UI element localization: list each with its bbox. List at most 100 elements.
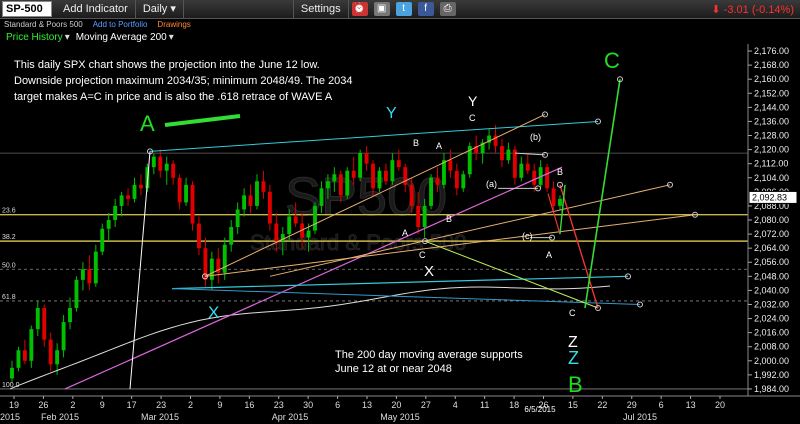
y-tick-label: 2,160.00 [754,74,789,84]
y-tick-label: 2,040.00 [754,285,789,295]
x-month-label: 2015 [0,412,20,422]
candle-body [61,322,66,351]
analysis-note-line: This daily SPX chart shows the projectio… [14,59,320,71]
candle-body [35,308,40,330]
candle-body [29,329,34,361]
candle-body [113,205,118,220]
x-tick-label: 19 [9,400,19,410]
candle-body [22,350,27,361]
candle-body [132,184,137,199]
candle-body [93,251,98,284]
candle-body [42,308,47,340]
x-tick-label: 11 [480,400,489,410]
candle-body [332,174,337,182]
x-tick-label: 20 [715,400,725,410]
projection-c-line [584,79,621,309]
ma-note-line: June 12 at or near 2048 [335,363,452,375]
label-big-a: A [140,111,155,136]
x-tick-label: 15 [568,400,578,410]
candle-body [429,177,433,206]
analysis-note-line: Downside projection maximum 2034/35; min… [14,75,353,87]
y-tick-label: 1,984.00 [754,384,789,394]
y-tick-label: 2,016.00 [754,328,789,338]
y-tick-label: 2,080.00 [754,215,789,225]
candle-body [325,181,330,189]
x-tick-label: 13 [362,400,372,410]
candle-body [461,174,466,189]
candle-body [106,220,111,229]
x-tick-label: 23 [156,400,166,410]
label-wave-small: C [569,308,576,318]
x-tick-label: 9 [100,400,105,410]
x-tick-label: 20 [391,400,401,410]
candle-body [422,205,427,228]
candle-body [545,167,550,189]
candle-body [242,195,247,210]
candle-body [519,163,524,178]
label-y-cyan: Y [386,105,397,122]
label-wave-small: A [402,228,408,238]
label-wave-small: (c) [522,231,533,241]
candle-body [558,198,562,206]
x-tick-label: 16 [244,400,254,410]
candle-body [442,160,446,185]
candle-body [358,153,363,178]
x-tick-label: 18 [509,400,519,410]
candle-body [164,163,169,171]
x-tick-label: 6 [335,400,340,410]
y-tick-label: 2,168.00 [754,60,789,70]
candle-body [396,160,401,168]
x-month-label: Apr 2015 [272,412,309,422]
candle-body [119,195,124,206]
candle-body [151,156,156,168]
candle-body [377,170,382,189]
y-tick-label: 2,104.00 [754,173,789,183]
x-tick-label: 6 [659,400,664,410]
y-tick-label: 2,072.00 [754,229,789,239]
candle-body [274,223,279,242]
label-wave-small: A [436,141,442,151]
candle-body [235,209,240,228]
label-z-cyan: Z [568,348,579,368]
x-month-label: May 2015 [380,412,420,422]
candle-body [345,170,350,196]
candle-body [267,191,272,224]
candle-body [313,205,317,231]
label-wave-small: (a) [486,179,497,189]
price-chart[interactable]: SP500 Standard & Poors 500 23.638.250.06… [0,0,800,424]
y-tick-label: 2,112.00 [754,159,788,169]
candle-body [506,149,511,161]
candle-body [261,181,266,192]
analysis-note-line: target makes A=C in price and is also th… [14,91,333,103]
projection-down-line [559,184,599,309]
candle-body [74,279,79,308]
candle-body [55,350,60,365]
candle-body [403,167,408,185]
x-tick-label: 13 [686,400,696,410]
current-price-label: 2,092.83 [752,192,787,202]
candle-body [409,184,414,206]
candle-body [80,269,85,280]
candle-body [255,181,259,206]
candle-body [171,163,176,178]
y-tick-label: 2,000.00 [754,356,789,366]
candle-body [68,308,72,323]
label-wave-small: B [446,214,452,224]
y-tick-label: 2,032.00 [754,299,789,309]
label-wave-small: A [546,250,552,260]
candle-body [139,184,143,189]
candle-body [158,156,163,171]
label-wave-small: (b) [530,132,541,142]
y-tick-label: 2,008.00 [754,342,789,352]
fib-level-label: 61.8 [2,294,16,301]
candle-body [390,160,395,182]
candle-body [100,228,105,252]
y-tick-label: 2,056.00 [754,257,789,267]
candle-body [532,170,537,185]
candle-body [416,205,421,228]
candle-body [197,223,201,249]
candle-body [293,216,298,224]
candle-body [454,170,459,189]
candle-body [319,188,324,206]
x-tick-label: 2 [188,400,193,410]
